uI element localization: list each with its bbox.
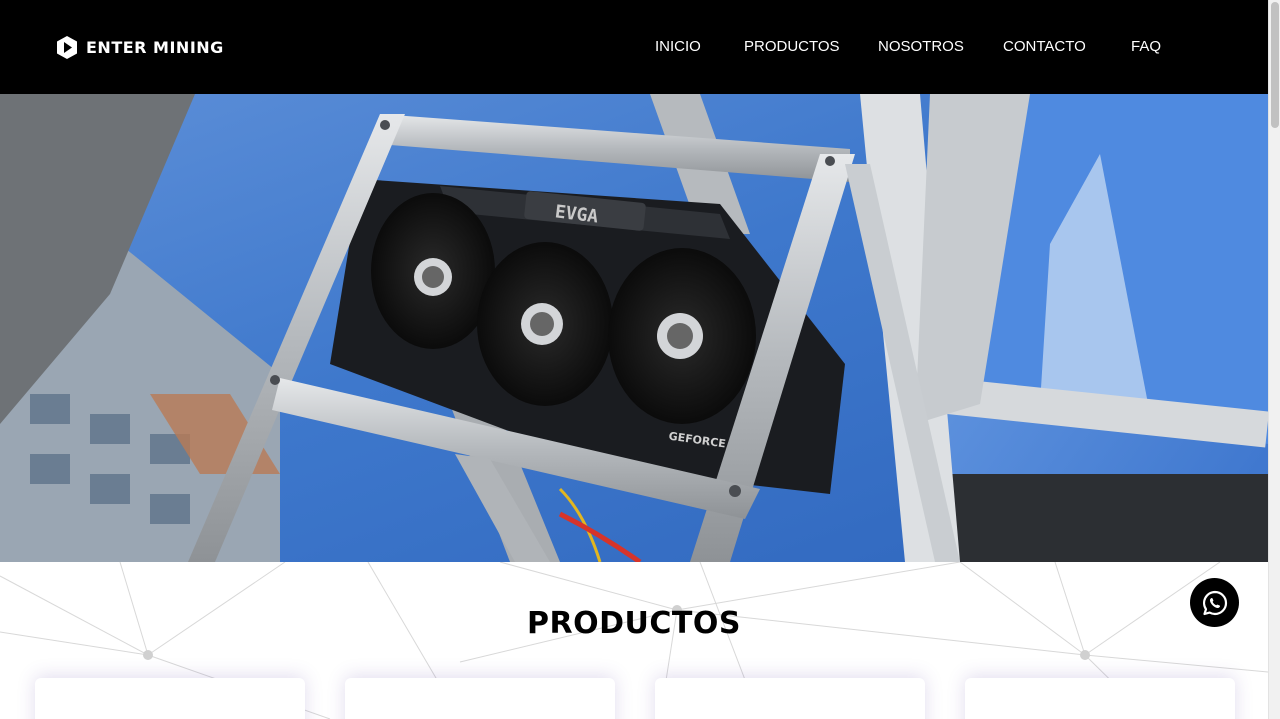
nav-link-inicio[interactable]: INICIO [655, 38, 701, 55]
logo-icon [57, 36, 77, 59]
nav-link-productos[interactable]: PRODUCTOS [744, 38, 840, 55]
products-title: PRODUCTOS [527, 606, 741, 641]
product-card[interactable] [965, 678, 1235, 719]
product-card[interactable] [655, 678, 925, 719]
nav-link-faq[interactable]: FAQ [1131, 38, 1161, 55]
page-scrollbar[interactable] [1268, 0, 1280, 719]
whatsapp-button[interactable] [1190, 578, 1239, 627]
product-card[interactable] [35, 678, 305, 719]
nav-link-nosotros[interactable]: NOSOTROS [878, 38, 964, 55]
hero-image: EVGA GEFORCE RTX [0, 94, 1268, 562]
navbar: ENTER MINING INICIO PRODUCTOS NOSOTROS C… [0, 0, 1268, 94]
nav-link-contacto[interactable]: CONTACTO [1003, 38, 1086, 55]
product-card[interactable] [345, 678, 615, 719]
brand-name: ENTER MINING [86, 38, 224, 57]
whatsapp-icon [1202, 590, 1227, 615]
hero-photo: EVGA GEFORCE RTX [0, 94, 1268, 562]
products-section: PRODUCTOS [0, 562, 1268, 719]
brand-logo[interactable]: ENTER MINING [56, 35, 224, 60]
scrollbar-thumb[interactable] [1271, 2, 1279, 128]
